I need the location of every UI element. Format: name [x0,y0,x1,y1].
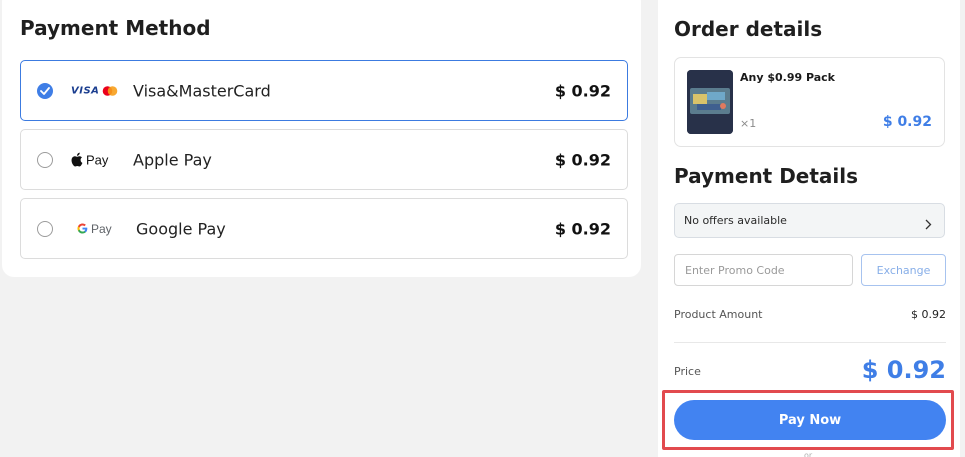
product-thumbnail [687,70,733,134]
visa-mastercard-icon: VISA [71,85,118,96]
pay-now-button[interactable]: Pay Now [674,400,946,440]
radio-unchecked-icon[interactable] [37,151,53,168]
promo-code-input[interactable] [674,254,853,286]
checkout-page: Payment Method VISA Visa&MasterCard $ 0.… [0,0,965,457]
product-amount-value: $ 0.92 [911,308,946,321]
payment-option-label: Visa&MasterCard [133,81,271,100]
payment-option-google-pay[interactable]: Pay Google Pay $ 0.92 [20,198,628,259]
google-pay-icon: Pay [77,222,112,236]
apple-pay-icon: Pay [71,152,108,167]
product-amount-label: Product Amount [674,308,763,321]
product-quantity: ×1 [740,117,757,130]
or-separator-text: or [804,451,813,457]
divider [674,342,946,343]
offers-selector[interactable]: No offers available [674,203,945,238]
price-value: $ 0.92 [861,356,946,384]
radio-unchecked-icon[interactable] [37,220,53,237]
order-details-title: Order details [674,17,823,41]
payment-option-label: Apple Pay [133,150,212,169]
payment-option-label: Google Pay [136,219,226,238]
product-price: $ 0.92 [882,114,932,130]
product-card: Any $0.99 Pack ×1 $ 0.92 [674,57,945,147]
payment-option-price: $ 0.92 [554,81,611,100]
offers-text: No offers available [684,214,787,227]
chevron-right-icon [925,215,932,234]
price-label: Price [674,365,701,378]
payment-option-price: $ 0.92 [554,150,611,169]
radio-checked-icon[interactable] [37,82,53,99]
order-details-panel: Order details Any $0.99 Pack ×1 $ 0.92 P… [658,0,960,457]
product-name: Any $0.99 Pack [740,71,835,84]
payment-details-title: Payment Details [674,164,859,188]
payment-option-apple-pay[interactable]: Pay Apple Pay $ 0.92 [20,129,628,190]
payment-method-card: Payment Method VISA Visa&MasterCard $ 0.… [2,0,641,277]
payment-option-visa-mastercard[interactable]: VISA Visa&MasterCard $ 0.92 [20,60,628,121]
payment-method-title: Payment Method [20,16,211,40]
exchange-button[interactable]: Exchange [861,254,946,286]
payment-option-price: $ 0.92 [554,219,611,238]
